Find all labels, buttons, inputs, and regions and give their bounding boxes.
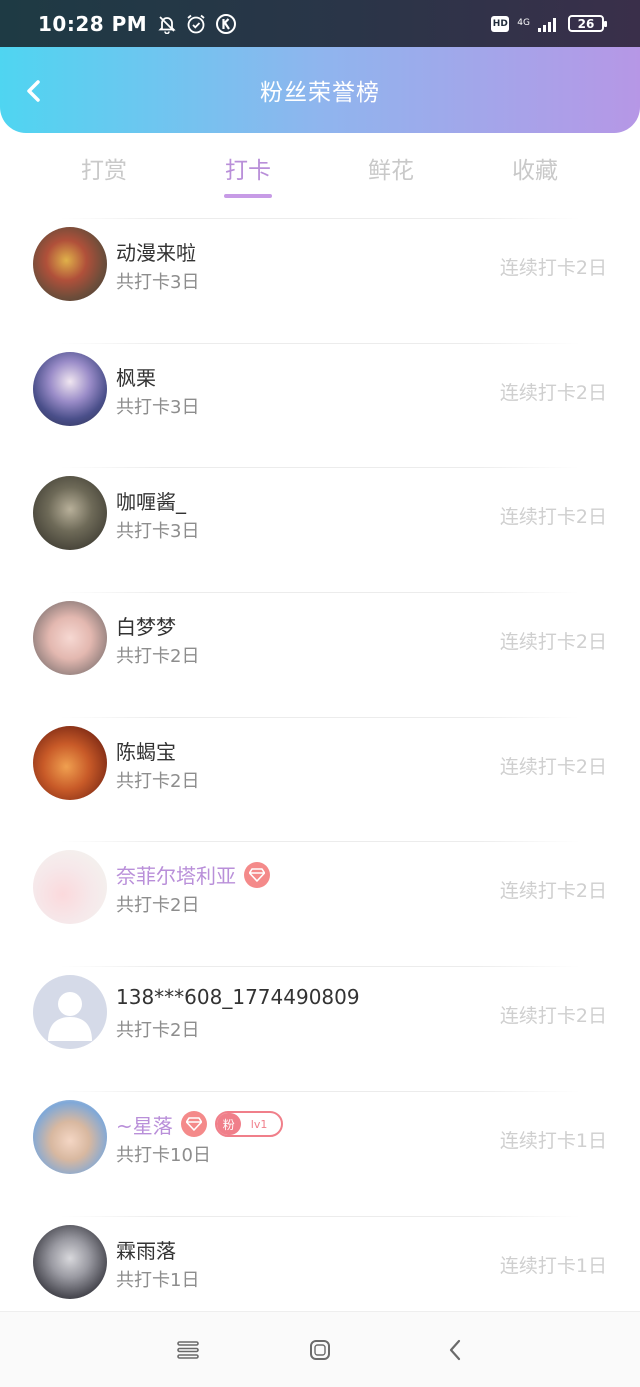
system-nav-bar [0,1311,640,1387]
user-name: 陈蝎宝 [116,739,176,764]
list-item[interactable]: 奈菲尔塔利亚 共打卡2日 连续打卡2日 [0,841,640,966]
back-nav-button[interactable] [441,1336,469,1364]
total-checkins: 共打卡2日 [116,895,200,917]
tab-active-indicator [224,194,272,198]
avatar[interactable] [33,476,107,551]
list-item[interactable]: 咖喱酱_ 共打卡3日 连续打卡2日 [0,467,640,592]
chevron-left-icon [27,80,40,102]
tab-bar: 打赏 打卡 鲜花 收藏 [0,133,640,205]
avatar[interactable] [33,351,107,426]
list-item[interactable]: ~星落 粉 lv1 共打卡10日 连续打卡1日 [0,1090,640,1216]
avatar[interactable] [33,227,107,301]
avatar[interactable] [33,725,107,800]
header-bar: 粉丝荣誉榜 [0,47,640,133]
battery-indicator: 26 [568,15,607,32]
streak-checkins: 连续打卡1日 [499,1129,607,1152]
divider [60,716,580,718]
user-name: 动漫来啦 [116,241,196,265]
divider [60,218,580,219]
streak-checkins: 连续打卡2日 [499,506,607,529]
streak-checkins: 连续打卡2日 [499,755,607,778]
status-time: 10:28 PM [38,11,148,36]
list-item[interactable]: 陈蝎宝 共打卡2日 连续打卡2日 [0,716,640,842]
total-checkins: 共打卡3日 [116,521,200,543]
user-name: 霖雨落 [116,1238,176,1263]
user-name: ~星落 [116,1113,173,1138]
list-item[interactable]: 枫栗 共打卡3日 连续打卡2日 [0,342,640,468]
back-chevron-icon [449,1339,461,1361]
streak-checkins: 连续打卡2日 [499,381,607,404]
divider [60,841,580,843]
total-checkins: 共打卡2日 [116,646,200,668]
total-checkins: 共打卡10日 [116,1144,211,1166]
avatar[interactable] [33,975,107,1050]
total-checkins: 共打卡1日 [116,1269,200,1291]
list-item[interactable]: 动漫来啦 共打卡3日 连续打卡2日 [0,218,640,343]
divider [60,467,580,469]
user-name: 枫栗 [116,365,156,390]
total-checkins: 共打卡3日 [116,396,200,418]
divider [60,1090,580,1092]
streak-checkins: 连续打卡2日 [499,631,607,654]
avatar[interactable] [33,1099,107,1174]
hd-badge: HD [491,15,510,32]
status-bar: 10:28 PM HD 4G 26 [0,0,640,47]
streak-checkins: 连续打卡2日 [499,880,607,903]
signal-icon [538,17,556,32]
list-item[interactable]: 白梦梦 共打卡2日 连续打卡2日 [0,592,640,717]
network-type: 4G [517,18,530,28]
divider [60,592,580,594]
list-item[interactable]: 138***608_1774490809 共打卡2日 连续打卡2日 [0,966,640,1091]
avatar[interactable] [33,601,107,676]
menu-icon [177,1341,199,1359]
total-checkins: 共打卡3日 [116,272,200,293]
back-button[interactable] [14,71,54,111]
home-button[interactable] [306,1336,334,1364]
bell-off-icon [158,15,176,34]
gem-icon [244,861,270,888]
streak-checkins: 连续打卡1日 [499,1254,607,1277]
divider [60,342,580,344]
user-name: 咖喱酱_ [116,490,186,515]
avatar[interactable] [33,1224,107,1299]
home-square-icon [310,1340,330,1360]
total-checkins: 共打卡2日 [116,1020,200,1042]
user-name: 138***608_1774490809 [116,985,360,1010]
user-name: 奈菲尔塔利亚 [116,864,236,889]
divider [60,1215,580,1217]
fan-level-badge: 粉 lv1 [214,1111,284,1138]
default-avatar-icon [48,992,92,1042]
streak-checkins: 连续打卡2日 [499,1005,607,1028]
fan-ranking-list: 动漫来啦 共打卡3日 连续打卡2日 枫栗 共打卡3日 连续打卡2日 咖喱酱_ 共… [0,218,640,1340]
total-checkins: 共打卡2日 [116,770,200,792]
user-name: 白梦梦 [116,615,176,640]
page-title: 粉丝荣誉榜 [260,80,380,106]
divider [60,966,580,968]
menu-button[interactable] [174,1336,202,1364]
streak-checkins: 连续打卡2日 [499,257,607,279]
tab-reward[interactable]: 打赏 [44,151,164,185]
gem-icon [180,1111,207,1138]
tab-checkin[interactable]: 打卡 [188,151,308,198]
avatar[interactable] [33,850,107,925]
alarm-icon [187,14,205,33]
tab-favorites[interactable]: 收藏 [475,151,595,185]
tab-flowers[interactable]: 鲜花 [331,151,451,185]
k-app-icon [216,13,237,34]
